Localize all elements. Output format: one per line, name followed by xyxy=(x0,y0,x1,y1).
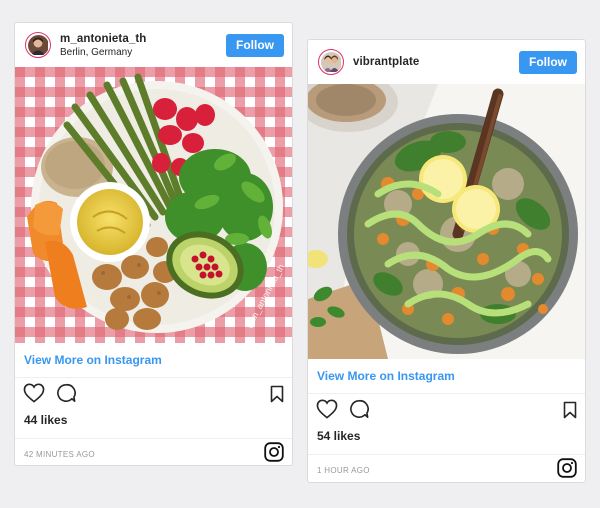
view-more-link[interactable]: View More on Instagram xyxy=(15,343,292,378)
avatar[interactable] xyxy=(318,49,344,75)
post-header: m_antonieta_th Berlin, Germany Follow xyxy=(15,23,292,67)
bookmark-icon[interactable] xyxy=(270,385,284,408)
username[interactable]: vibrantplate xyxy=(353,55,519,69)
likes-count: 44 likes xyxy=(24,413,68,427)
location[interactable]: Berlin, Germany xyxy=(60,46,226,59)
post-photo[interactable] xyxy=(308,84,585,359)
instagram-embed-card: m_antonieta_th Berlin, Germany Follow @m… xyxy=(14,22,293,466)
avatar[interactable] xyxy=(25,32,51,58)
instagram-embed-card: vibrantplate Follow View More on Instagr… xyxy=(307,39,586,483)
follow-button[interactable]: Follow xyxy=(226,33,284,57)
follow-button[interactable]: Follow xyxy=(519,50,577,74)
username[interactable]: m_antonieta_th xyxy=(60,32,226,46)
action-bar xyxy=(15,378,292,408)
timestamp[interactable]: 42 MINUTES AGO xyxy=(24,450,264,459)
heart-icon[interactable] xyxy=(23,383,45,408)
heart-icon[interactable] xyxy=(316,399,338,424)
instagram-logo-icon[interactable] xyxy=(264,442,284,465)
instagram-logo-icon[interactable] xyxy=(557,458,577,482)
post-footer: 1 HOUR AGO xyxy=(308,454,585,482)
bookmark-icon[interactable] xyxy=(563,401,577,424)
comment-icon[interactable] xyxy=(349,399,369,424)
likes-count: 54 likes xyxy=(317,429,361,443)
timestamp[interactable]: 1 HOUR AGO xyxy=(317,466,557,475)
post-header: vibrantplate Follow xyxy=(308,40,585,84)
comment-icon[interactable] xyxy=(56,383,76,408)
post-footer: 42 MINUTES AGO xyxy=(15,438,292,465)
post-photo[interactable]: @m_antonieta_th xyxy=(15,67,292,343)
action-bar xyxy=(308,394,585,424)
view-more-link[interactable]: View More on Instagram xyxy=(308,359,585,394)
